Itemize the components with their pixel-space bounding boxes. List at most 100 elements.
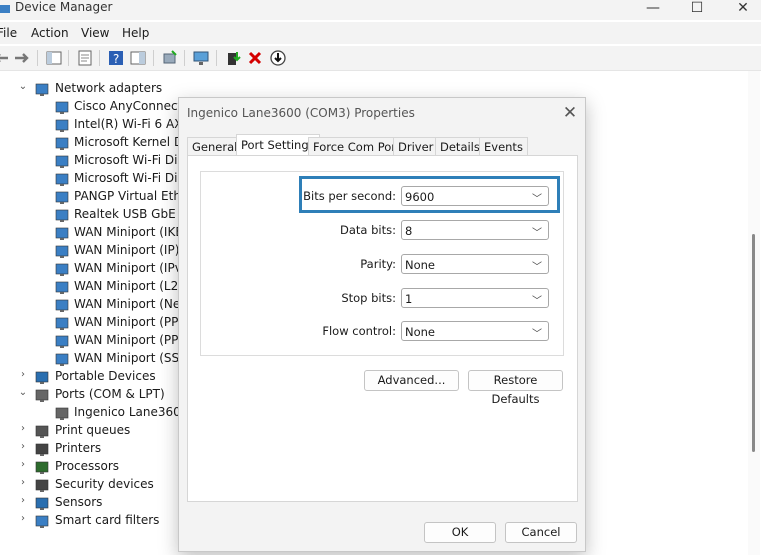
- toolbar-separator: [216, 50, 217, 66]
- tree-item-label: PANGP Virtual Ether: [74, 189, 194, 203]
- ok-button[interactable]: OK: [424, 522, 496, 543]
- tree-item-label: Network adapters: [55, 81, 163, 95]
- stop-bits-value: 1: [405, 292, 413, 306]
- tree-item-label: WAN Miniport (SSTI: [74, 351, 191, 365]
- download-circle-icon[interactable]: [270, 50, 286, 66]
- maximize-button[interactable]: ☐: [674, 0, 720, 20]
- back-arrow-icon[interactable]: [0, 50, 10, 66]
- collapse-chevron-icon[interactable]: ⌄: [18, 81, 28, 92]
- menu-bar: File Action View Help: [0, 22, 761, 44]
- tab-general[interactable]: General: [187, 137, 243, 156]
- tab-details[interactable]: Details: [435, 137, 485, 156]
- network-adapter-icon: [55, 281, 69, 294]
- properties-dialog: Ingenico Lane3600 (COM3) Properties ✕ Ge…: [178, 97, 586, 552]
- expand-chevron-icon[interactable]: ›: [18, 513, 28, 524]
- tab-force-com-port[interactable]: Force Com Port: [308, 137, 406, 156]
- chevron-down-icon: ﹀: [532, 262, 542, 273]
- action-pane-icon[interactable]: [130, 50, 146, 66]
- network-adapter-icon: [55, 299, 69, 312]
- properties-icon[interactable]: [77, 50, 93, 66]
- expand-chevron-icon[interactable]: ›: [18, 369, 28, 380]
- dialog-close-button[interactable]: ✕: [559, 102, 581, 124]
- help-icon[interactable]: ?: [108, 50, 124, 66]
- tab-driver[interactable]: Driver: [393, 137, 439, 156]
- network-adapter-icon: [55, 227, 69, 240]
- tree-item-label: WAN Miniport (IKEv: [74, 225, 191, 239]
- toolbar-separator: [99, 50, 100, 66]
- tree-item-label: WAN Miniport (Net: [74, 297, 185, 311]
- network-adapter-icon: [55, 191, 69, 204]
- scrollbar-thumb[interactable]: [752, 234, 755, 452]
- tree-item-label: WAN Miniport (PPT: [74, 333, 186, 347]
- tree-item-label: WAN Miniport (PPP: [74, 315, 186, 329]
- restore-defaults-button[interactable]: Restore Defaults: [468, 370, 563, 406]
- menu-help[interactable]: Help: [122, 26, 149, 40]
- monitor-icon[interactable]: [193, 50, 209, 66]
- network-adapter-icon: [55, 353, 69, 366]
- network-adapter-icon: [35, 83, 49, 96]
- tree-item-label: Sensors: [55, 495, 103, 509]
- tree-item-label: Microsoft Wi-Fi Dire: [74, 153, 190, 167]
- device-manager-icon: [0, 5, 10, 13]
- toolbar-separator: [68, 50, 69, 66]
- data-bits-value: 8: [405, 224, 413, 238]
- menu-view[interactable]: View: [81, 26, 109, 40]
- tree-item-label: Ports (COM & LPT): [55, 387, 165, 401]
- expand-chevron-icon[interactable]: ›: [18, 477, 28, 488]
- menu-action[interactable]: Action: [31, 26, 69, 40]
- stop-bits-select[interactable]: 1 ﹀: [401, 288, 549, 308]
- flow-control-select[interactable]: None ﹀: [401, 321, 549, 341]
- cancel-button[interactable]: Cancel: [505, 522, 577, 543]
- expand-chevron-icon[interactable]: ›: [18, 441, 28, 452]
- highlight-box: [299, 176, 560, 213]
- scan-hardware-changes-icon[interactable]: [162, 50, 178, 66]
- network-adapter-icon: [55, 209, 69, 222]
- flow-control-value: None: [405, 325, 436, 339]
- chevron-down-icon: ﹀: [532, 228, 542, 239]
- expand-chevron-icon[interactable]: ›: [18, 423, 28, 434]
- port-icon: [35, 389, 49, 402]
- parity-select[interactable]: None ﹀: [401, 254, 549, 274]
- smart-card-icon: [35, 515, 49, 528]
- network-adapter-icon: [55, 245, 69, 258]
- tree-item-label: WAN Miniport (IPv6: [74, 261, 190, 275]
- tab-events[interactable]: Events: [479, 137, 528, 156]
- port-icon: [55, 407, 69, 420]
- data-bits-label: Data bits:: [340, 223, 396, 237]
- tree-item-label: Microsoft Wi-Fi Dire: [74, 171, 190, 185]
- sensor-icon: [35, 497, 49, 510]
- network-adapter-icon: [55, 155, 69, 168]
- uninstall-device-icon[interactable]: [247, 50, 263, 66]
- toolbar: ?: [0, 46, 761, 71]
- printer-icon: [35, 443, 49, 456]
- menu-file[interactable]: File: [0, 26, 17, 40]
- advanced-button[interactable]: Advanced...: [364, 370, 459, 391]
- tree-item-label: Security devices: [55, 477, 154, 491]
- stop-bits-label: Stop bits:: [341, 291, 396, 305]
- tree-item-label: Microsoft Kernel De: [74, 135, 191, 149]
- toolbar-separator: [37, 50, 38, 66]
- network-adapter-icon: [55, 335, 69, 348]
- printer-queue-icon: [35, 425, 49, 438]
- expand-chevron-icon[interactable]: ›: [18, 459, 28, 470]
- tree-item-label: Print queues: [55, 423, 131, 437]
- forward-arrow-icon[interactable]: [14, 50, 30, 66]
- flow-control-label: Flow control:: [322, 324, 396, 338]
- chevron-down-icon: ﹀: [532, 296, 542, 307]
- expand-chevron-icon[interactable]: ›: [18, 495, 28, 506]
- tree-item-label: Processors: [55, 459, 120, 473]
- data-bits-select[interactable]: 8 ﹀: [401, 220, 549, 240]
- collapse-chevron-icon[interactable]: ⌄: [18, 387, 28, 398]
- close-button[interactable]: ✕: [720, 0, 761, 20]
- minimize-button[interactable]: —: [630, 0, 676, 20]
- tree-item-label: Portable Devices: [55, 369, 156, 383]
- network-adapter-icon: [55, 137, 69, 150]
- svg-text:?: ?: [113, 52, 119, 66]
- show-hide-console-tree-icon[interactable]: [46, 50, 62, 66]
- title-bar: Device Manager — ☐ ✕: [0, 0, 761, 20]
- update-driver-icon[interactable]: [225, 50, 241, 66]
- processor-icon: [35, 461, 49, 474]
- parity-value: None: [405, 258, 436, 272]
- window-title: Device Manager: [15, 0, 113, 14]
- tree-item-label: Printers: [55, 441, 102, 455]
